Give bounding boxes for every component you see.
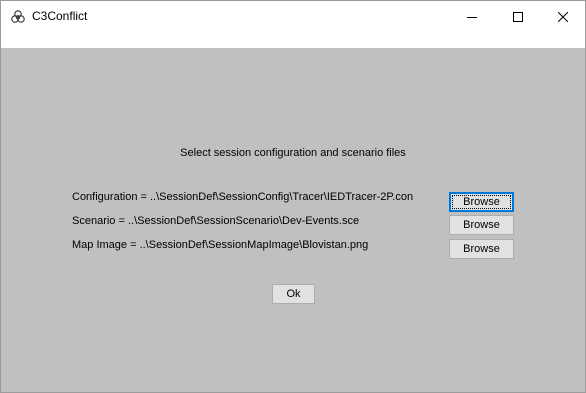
dialog-heading: Select session configuration and scenari…: [180, 147, 406, 159]
scenario-path-label: Scenario = ..\SessionDef\SessionScenario…: [72, 215, 360, 227]
app-window: C3Conflict Select session configuration …: [0, 0, 586, 393]
close-icon: [558, 12, 568, 22]
maximize-icon: [513, 12, 523, 22]
focus-ring: [452, 195, 511, 209]
ok-label: Ok: [286, 288, 301, 300]
browse-configuration-button[interactable]: Browse: [449, 192, 514, 212]
ok-button[interactable]: Ok: [272, 284, 315, 304]
browse-map-image-label: Browse: [463, 243, 500, 255]
minimize-button[interactable]: [449, 1, 495, 33]
maximize-button[interactable]: [495, 1, 541, 33]
browse-scenario-button[interactable]: Browse: [449, 215, 514, 235]
celtic-knot-icon[interactable]: [10, 9, 26, 25]
browse-map-image-button[interactable]: Browse: [449, 239, 514, 259]
browse-scenario-label: Browse: [463, 219, 500, 231]
map-image-path-label: Map Image = ..\SessionDef\SessionMapImag…: [72, 239, 369, 251]
title-bar[interactable]: C3Conflict: [1, 1, 585, 33]
client-area: Select session configuration and scenari…: [1, 48, 585, 392]
menu-strip: [1, 33, 585, 48]
configuration-path-label: Configuration = ..\SessionDef\SessionCon…: [72, 191, 414, 203]
minimize-icon: [467, 17, 477, 18]
close-button[interactable]: [540, 1, 586, 33]
window-title: C3Conflict: [32, 9, 88, 23]
